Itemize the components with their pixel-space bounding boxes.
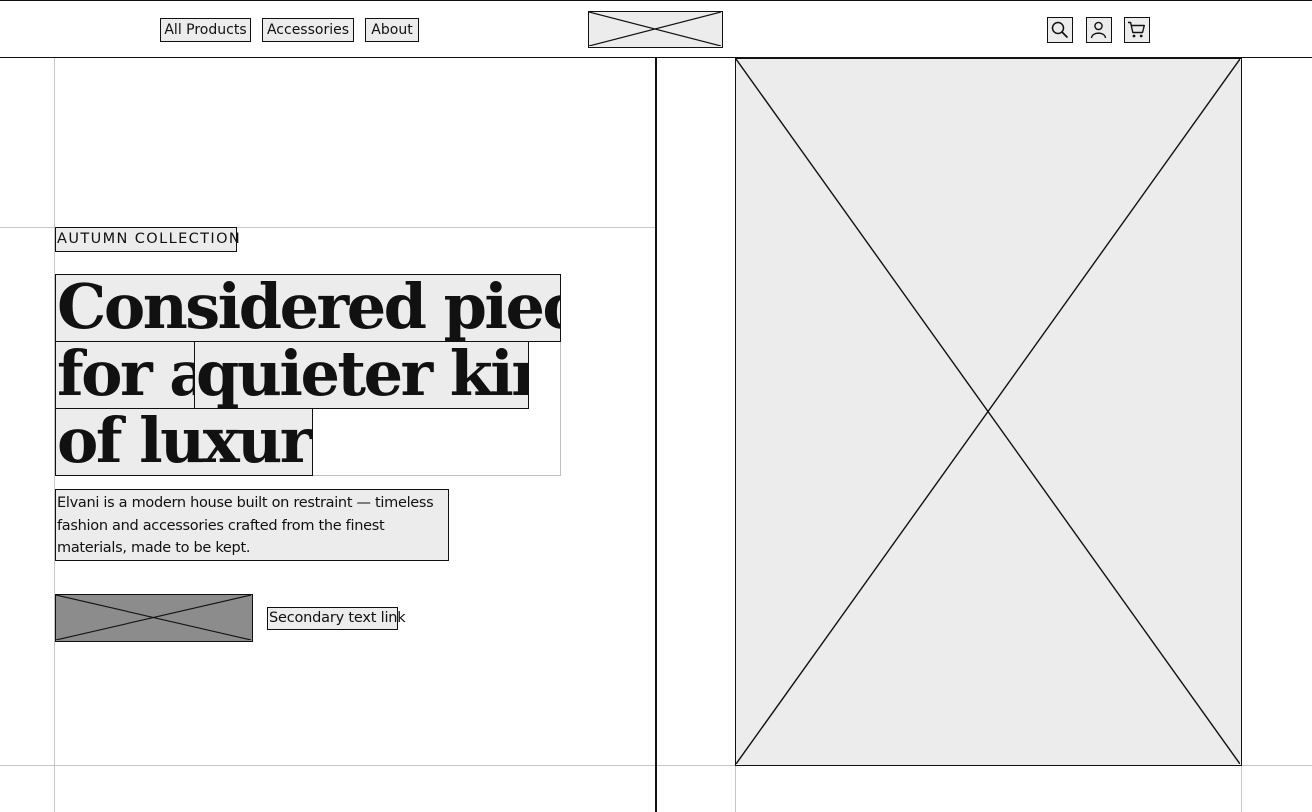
hero-image-cross (736, 59, 1240, 764)
eyebrow-label: AUTUMN COLLECTION (55, 227, 240, 252)
site-header: All Products Accessories About (0, 0, 1312, 58)
headline-line-2b: quieter kind (194, 341, 529, 409)
account-icon (1090, 21, 1107, 39)
hero-description: Elvani is a modern house built on restra… (55, 489, 449, 561)
cart-icon (1128, 21, 1145, 38)
cta-placeholder-cross (56, 595, 251, 640)
primary-cta-button[interactable] (55, 594, 253, 642)
guide-line-vertical-image-left (735, 766, 736, 812)
guide-line-vertical-image-right (1241, 766, 1242, 812)
hero-image-placeholder (735, 58, 1242, 766)
headline-line-1: Considered pieces (55, 274, 561, 342)
secondary-text-link[interactable]: Secondary text link (267, 607, 406, 630)
logo-placeholder[interactable] (588, 11, 723, 48)
logo-placeholder-cross (589, 12, 721, 46)
column-divider (655, 58, 657, 812)
search-icon (1051, 21, 1068, 38)
account-button[interactable] (1086, 17, 1112, 43)
nav-all-products[interactable]: All Products (160, 18, 251, 42)
headline-line-3: of luxury. (55, 408, 313, 476)
nav-accessories[interactable]: Accessories (262, 18, 354, 42)
nav-about[interactable]: About (365, 18, 419, 42)
headline-line-2a: for a (55, 341, 196, 409)
cart-button[interactable] (1124, 17, 1150, 43)
search-button[interactable] (1047, 17, 1073, 43)
